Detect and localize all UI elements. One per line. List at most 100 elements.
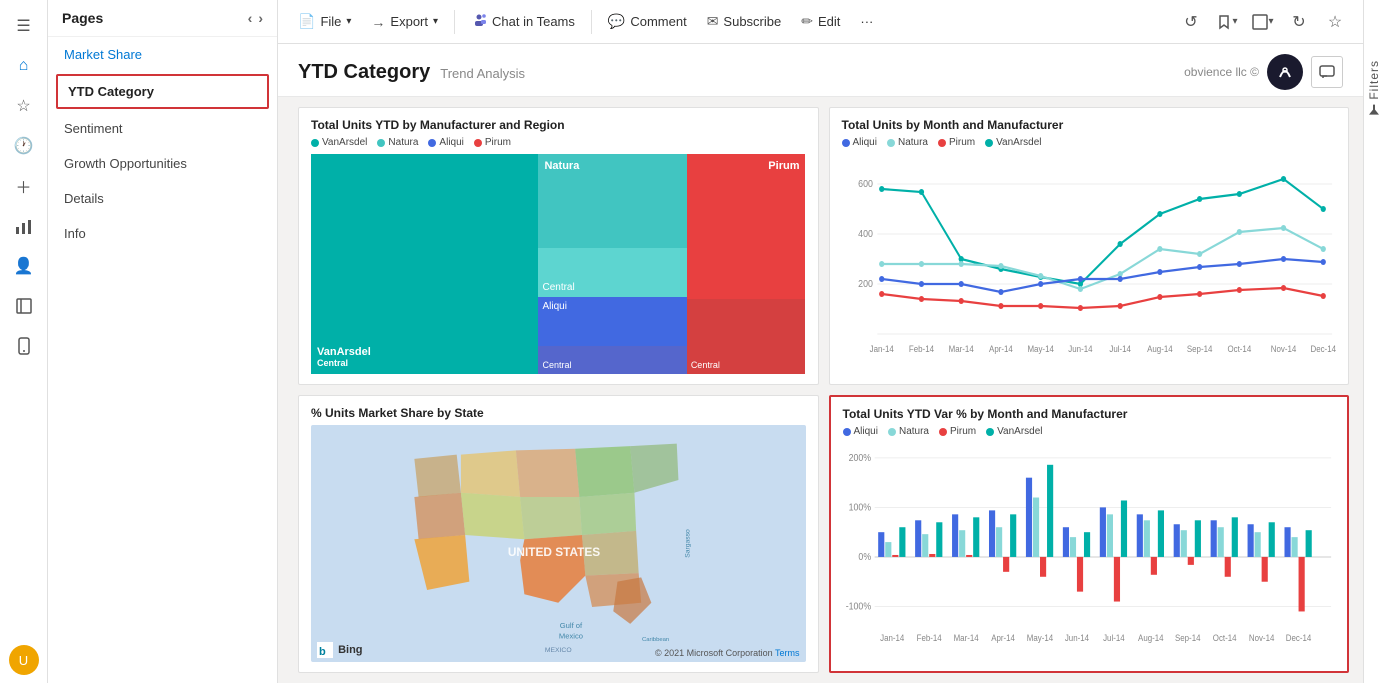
phone-icon[interactable] <box>6 328 42 364</box>
sidebar-item-sentiment[interactable]: Sentiment <box>48 111 277 146</box>
teams-icon <box>471 12 487 31</box>
report-subtitle: Trend Analysis <box>440 66 525 81</box>
pages-header-icons: ‹ › <box>248 10 263 26</box>
svg-text:Jun-14: Jun-14 <box>1068 344 1093 355</box>
svg-text:Sargasso: Sargasso <box>684 529 691 558</box>
toolbar: 📄 File ▾ → Export ▾ Chat in Teams 💬 Comm… <box>278 0 1363 44</box>
treemap-aliqui-region: Central <box>542 360 571 370</box>
report-header: YTD Category Trend Analysis obvience llc… <box>278 44 1363 97</box>
more-button[interactable]: ··· <box>852 10 881 33</box>
treemap-body[interactable]: VanArsdel Central Natura Central Aliqui <box>311 154 806 374</box>
svg-text:Jan-14: Jan-14 <box>880 633 904 644</box>
legend-vanarsdel: VanArsdel <box>311 137 367 148</box>
pages-panel: Pages ‹ › Market Share YTD Category Sent… <box>48 0 278 683</box>
svg-text:400: 400 <box>858 227 873 239</box>
svg-text:May-14: May-14 <box>1026 633 1053 644</box>
export-button[interactable]: → Export ▾ <box>363 10 446 34</box>
svg-text:Mar-14: Mar-14 <box>948 344 973 355</box>
report-title: YTD Category <box>298 61 430 84</box>
refresh-button[interactable]: ↻ <box>1283 6 1315 38</box>
book-icon[interactable] <box>6 288 42 324</box>
map-body[interactable]: UNITED STATES Gulf of Mexico MEXICO Sarg… <box>311 425 806 662</box>
plus-icon[interactable]: ＋ <box>6 168 42 204</box>
legend-pirum-line: Pirum <box>938 137 975 148</box>
line-chart-body[interactable]: 600 400 200 Jan-14 <box>842 154 1337 374</box>
file-button[interactable]: 📄 File ▾ <box>290 9 359 34</box>
treemap-panel: Total Units YTD by Manufacturer and Regi… <box>298 107 819 385</box>
legend-natura: Natura <box>377 137 418 148</box>
svg-text:0%: 0% <box>858 551 871 562</box>
chart-icon[interactable] <box>6 208 42 244</box>
treemap-visual: VanArsdel Central Natura Central Aliqui <box>311 154 806 374</box>
toolbar-divider-2 <box>591 10 592 34</box>
svg-text:Mar-14: Mar-14 <box>953 633 978 644</box>
brand-logo <box>1267 54 1303 90</box>
svg-text:Jun-14: Jun-14 <box>1064 633 1088 644</box>
svg-text:Sep-14: Sep-14 <box>1174 633 1200 644</box>
bar-chart-panel: Total Units YTD Var % by Month and Manuf… <box>829 395 1350 673</box>
svg-text:Oct-14: Oct-14 <box>1227 344 1251 355</box>
svg-text:200: 200 <box>858 277 873 289</box>
map-panel: % Units Market Share by State <box>298 395 819 673</box>
legend-aliqui-line: Aliqui <box>842 137 877 148</box>
legend-natura-bar: Natura <box>888 426 929 437</box>
treemap-natura-label: Natura <box>544 160 579 172</box>
bar-chart-svg: 200% 100% 0% -100% <box>843 443 1336 661</box>
sidebar-item-details[interactable]: Details <box>48 181 277 216</box>
treemap-natura: Natura <box>538 154 686 248</box>
subscribe-icon: ✉ <box>707 13 719 30</box>
treemap-pirum-region: Central <box>691 360 720 370</box>
edit-button[interactable]: ✏ Edit <box>793 9 848 34</box>
svg-text:Dec-14: Dec-14 <box>1310 344 1336 355</box>
home-icon[interactable]: ⌂ <box>6 48 42 84</box>
svg-text:Mexico: Mexico <box>559 631 583 640</box>
svg-text:Sep-14: Sep-14 <box>1186 344 1212 355</box>
sidebar-item-growth-opportunities[interactable]: Growth Opportunities <box>48 146 277 181</box>
svg-text:Nov-14: Nov-14 <box>1248 633 1274 644</box>
svg-text:Dec-14: Dec-14 <box>1285 633 1311 644</box>
comment-icon: 💬 <box>608 13 625 30</box>
hamburger-icon[interactable]: ☰ <box>6 8 42 44</box>
svg-text:May-14: May-14 <box>1027 344 1054 355</box>
icon-rail: ☰ ⌂ ☆ 🕐 ＋ 👤 U <box>0 0 48 683</box>
line-chart-panel: Total Units by Month and Manufacturer Al… <box>829 107 1350 385</box>
line-chart-legend: Aliqui Natura Pirum VanArsdel <box>842 137 1337 148</box>
svg-text:Apr-14: Apr-14 <box>991 633 1015 644</box>
svg-text:100%: 100% <box>848 502 870 513</box>
bing-logo: b Bing <box>317 642 363 658</box>
chevron-left-icon[interactable]: ‹ <box>248 10 253 26</box>
treemap-vanarsdel-label: VanArsdel <box>317 346 532 358</box>
comment-report-button[interactable] <box>1311 56 1343 88</box>
bar-chart-legend: Aliqui Natura Pirum VanArsdel <box>843 426 1336 437</box>
favorite-button[interactable]: ☆ <box>1319 6 1351 38</box>
legend-aliqui: Aliqui <box>428 137 463 148</box>
svg-text:Apr-14: Apr-14 <box>989 344 1013 355</box>
view-button[interactable]: ▾ <box>1247 6 1279 38</box>
sidebar-item-ytd-category[interactable]: YTD Category <box>56 74 269 109</box>
star-icon[interactable]: ☆ <box>6 88 42 124</box>
person-icon[interactable]: 👤 <box>6 248 42 284</box>
svg-text:UNITED STATES: UNITED STATES <box>508 545 600 559</box>
user-avatar-icon[interactable]: U <box>9 645 39 675</box>
treemap-aliqui: Aliqui <box>538 297 686 346</box>
bar-chart-body[interactable]: 200% 100% 0% -100% <box>843 443 1336 661</box>
comment-button[interactable]: 💬 Comment <box>600 9 695 34</box>
filters-panel[interactable]: Filters <box>1363 0 1383 683</box>
svg-text:200%: 200% <box>848 452 870 463</box>
subscribe-button[interactable]: ✉ Subscribe <box>699 9 790 34</box>
chevron-right-icon[interactable]: › <box>258 10 263 26</box>
bookmark-button[interactable]: ▾ <box>1211 6 1243 38</box>
legend-vanarsdel-line: VanArsdel <box>985 137 1041 148</box>
svg-text:Jul-14: Jul-14 <box>1109 344 1131 355</box>
sidebar-item-market-share[interactable]: Market Share <box>48 37 277 72</box>
undo-button[interactable]: ↺ <box>1175 6 1207 38</box>
export-icon: → <box>371 14 385 30</box>
pages-title: Pages <box>62 10 103 26</box>
edit-icon: ✏ <box>801 13 813 30</box>
clock-icon[interactable]: 🕐 <box>6 128 42 164</box>
file-icon: 📄 <box>298 13 315 30</box>
map-title: % Units Market Share by State <box>311 406 806 420</box>
treemap-vanarsdel: VanArsdel Central <box>311 154 538 374</box>
sidebar-item-info[interactable]: Info <box>48 216 277 251</box>
chat-teams-button[interactable]: Chat in Teams <box>463 8 583 35</box>
